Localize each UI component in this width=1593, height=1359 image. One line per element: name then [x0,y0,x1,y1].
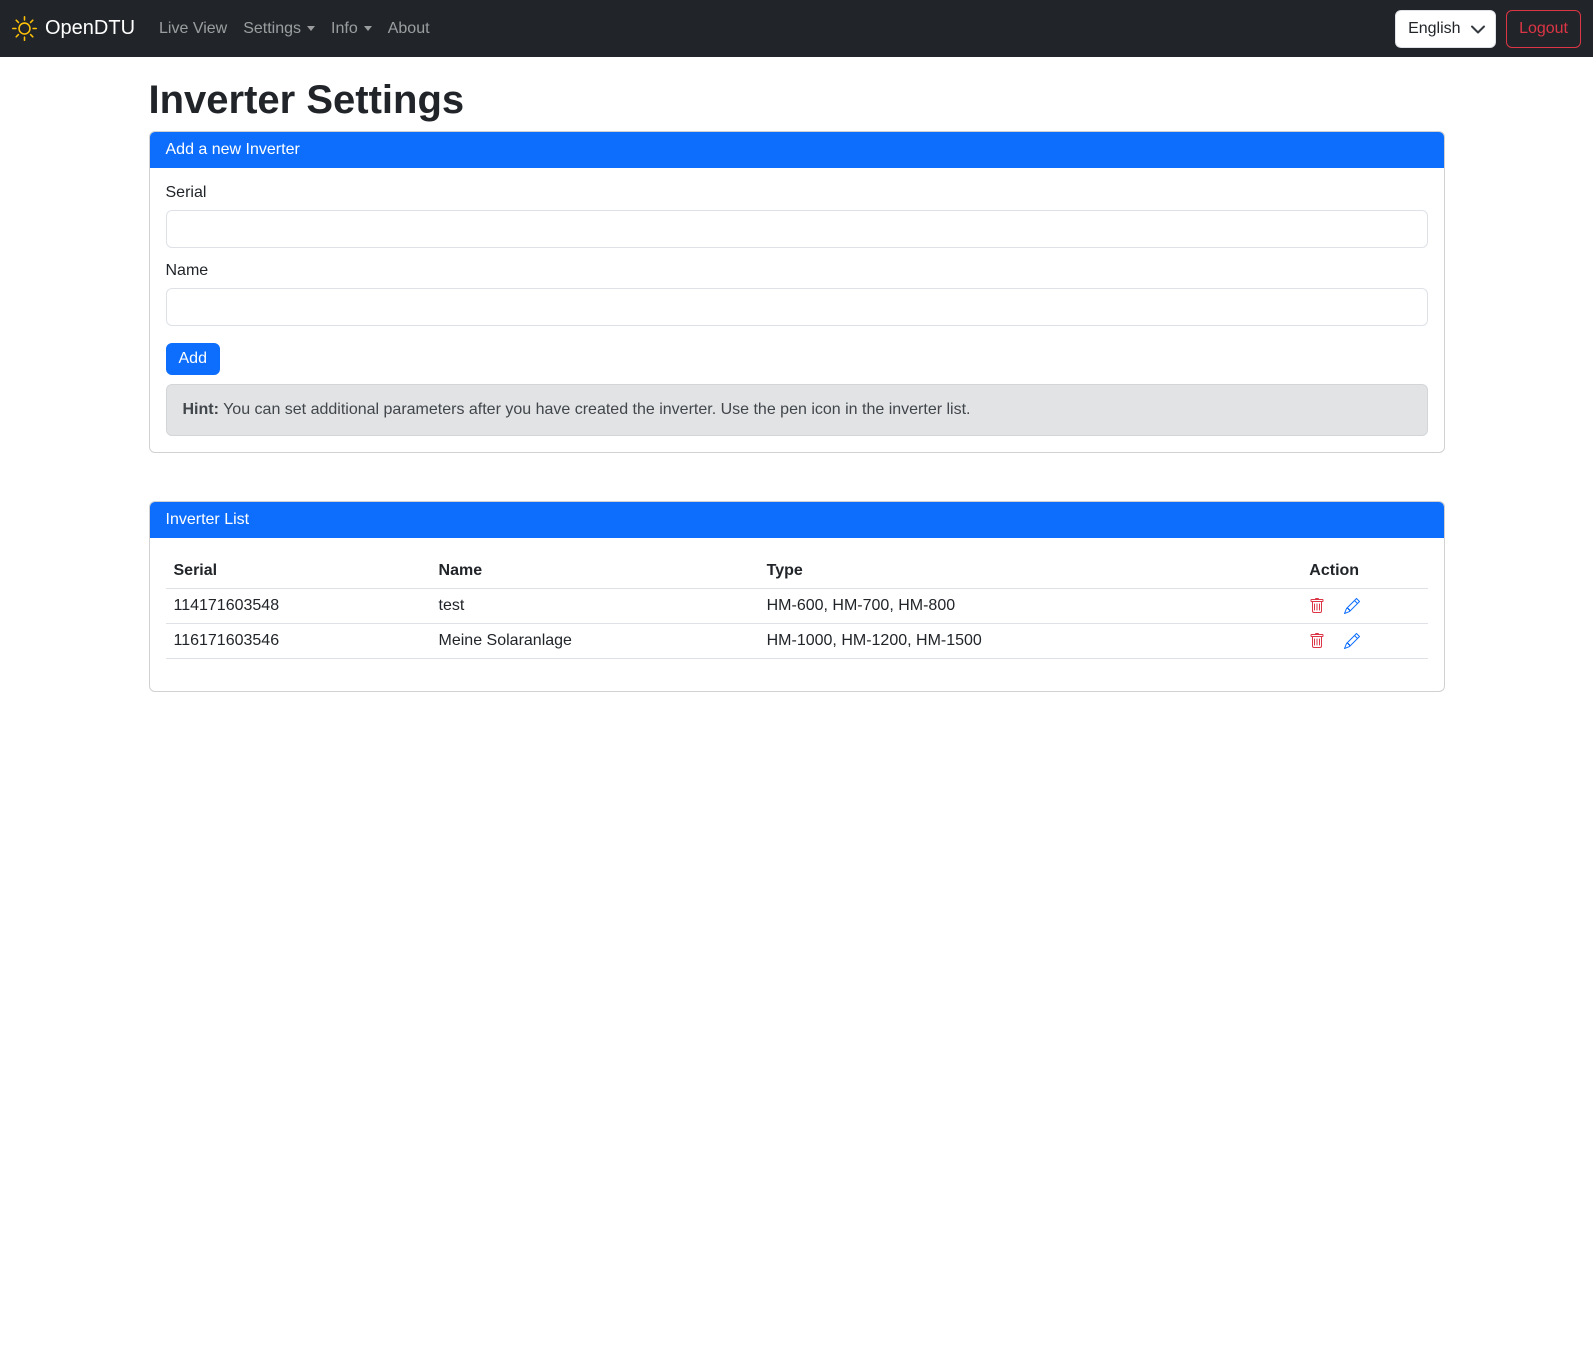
column-header-action: Action [1301,554,1427,589]
dropdown-caret-icon [364,26,372,31]
cell-name: test [431,589,759,624]
cell-name: Meine Solaranlage [431,624,759,659]
column-header-serial: Serial [166,554,431,589]
delete-inverter-button[interactable] [1309,633,1325,649]
edit-inverter-button[interactable] [1344,633,1360,649]
inverter-list-card-header: Inverter List [150,502,1444,538]
table-row: 114171603548 test HM-600, HM-700, HM-800 [166,589,1428,624]
hint-prefix: Hint: [183,401,219,418]
nav-menu: Live View Settings Info About [151,12,1395,46]
cell-action [1301,589,1427,624]
cell-serial: 114171603548 [166,589,431,624]
table-row: 116171603546 Meine Solaranlage HM-1000, … [166,624,1428,659]
navbar: OpenDTU Live View Settings Info About En… [0,0,1593,57]
delete-inverter-button[interactable] [1309,598,1325,614]
hint-text: You can set additional parameters after … [219,401,971,418]
main-content: Inverter Settings Add a new Inverter Ser… [137,78,1457,692]
cell-serial: 116171603546 [166,624,431,659]
sun-icon [12,16,37,41]
page-title: Inverter Settings [149,78,1445,123]
pencil-icon [1344,633,1360,649]
trash-icon [1309,633,1325,649]
nav-item-label: Settings [243,20,301,38]
serial-input[interactable] [166,210,1428,248]
inverter-list-card-body: Serial Name Type Action 114171603548 tes… [150,538,1444,691]
column-header-type: Type [759,554,1302,589]
add-inverter-card-header: Add a new Inverter [150,132,1444,168]
dropdown-caret-icon [307,26,315,31]
nav-item-live-view[interactable]: Live View [151,12,235,46]
serial-label: Serial [166,184,207,202]
name-input[interactable] [166,288,1428,326]
nav-item-label: About [388,20,430,38]
cell-action [1301,624,1427,659]
language-select[interactable]: English [1395,10,1496,48]
add-inverter-card-body: Serial Name Add Hint: You can set additi… [150,168,1444,452]
inverter-table: Serial Name Type Action 114171603548 tes… [166,554,1428,659]
cell-type: HM-600, HM-700, HM-800 [759,589,1302,624]
edit-inverter-button[interactable] [1344,598,1360,614]
add-inverter-card: Add a new Inverter Serial Name Add Hint:… [149,131,1445,453]
column-header-name: Name [431,554,759,589]
logout-button[interactable]: Logout [1506,10,1581,48]
trash-icon [1309,598,1325,614]
navbar-right: English Logout [1395,10,1581,48]
nav-item-about[interactable]: About [380,12,438,46]
hint-alert: Hint: You can set additional parameters … [166,384,1428,436]
brand-link[interactable]: OpenDTU [12,16,135,41]
pencil-icon [1344,598,1360,614]
add-button[interactable]: Add [166,343,220,375]
brand-label: OpenDTU [45,17,135,40]
name-label: Name [166,262,209,280]
inverter-list-card: Inverter List Serial Name Type Action 11… [149,501,1445,692]
nav-item-info[interactable]: Info [323,12,380,46]
table-header-row: Serial Name Type Action [166,554,1428,589]
nav-item-label: Info [331,20,358,38]
nav-item-label: Live View [159,20,227,38]
cell-type: HM-1000, HM-1200, HM-1500 [759,624,1302,659]
nav-item-settings[interactable]: Settings [235,12,323,46]
